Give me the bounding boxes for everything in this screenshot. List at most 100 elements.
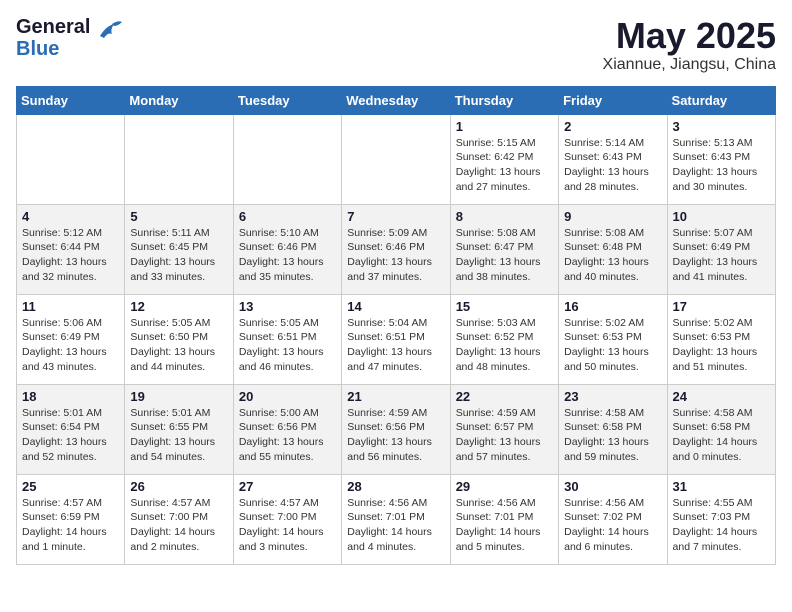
- calendar-cell: [233, 114, 341, 204]
- calendar-cell: 22 Sunrise: 4:59 AMSunset: 6:57 PMDayligh…: [450, 384, 558, 474]
- cell-content: Sunrise: 5:14 AMSunset: 6:43 PMDaylight:…: [564, 136, 661, 195]
- calendar-cell: 28 Sunrise: 4:56 AMSunset: 7:01 PMDayligh…: [342, 474, 450, 564]
- calendar-cell: 5 Sunrise: 5:11 AMSunset: 6:45 PMDaylight…: [125, 204, 233, 294]
- day-number: 27: [239, 479, 336, 494]
- logo: General Blue: [16, 16, 124, 60]
- day-number: 4: [22, 209, 119, 224]
- calendar-cell: 29Sunrise: 4:56 AMSunset: 7:01 PMDayligh…: [450, 474, 558, 564]
- cell-content: Sunrise: 5:01 AMSunset: 6:54 PMDaylight:…: [22, 406, 119, 465]
- logo-general: General: [16, 16, 90, 38]
- cell-content: Sunrise: 4:57 AMSunset: 6:59 PMDaylight:…: [22, 496, 119, 555]
- day-number: 9: [564, 209, 661, 224]
- cell-content: Sunrise: 4:56 AMSunset: 7:01 PMDaylight:…: [456, 496, 553, 555]
- weekday-header: Tuesday: [233, 86, 341, 114]
- calendar-cell: 15 Sunrise: 5:03 AMSunset: 6:52 PMDayligh…: [450, 294, 558, 384]
- day-number: 18: [22, 389, 119, 404]
- day-number: 30: [564, 479, 661, 494]
- day-number: 1: [456, 119, 553, 134]
- calendar-cell: 26Sunrise: 4:57 AMSunset: 7:00 PMDayligh…: [125, 474, 233, 564]
- day-number: 22: [456, 389, 553, 404]
- calendar-cell: 31 Sunrise: 4:55 AMSunset: 7:03 PMDayligh…: [667, 474, 775, 564]
- calendar-week-row: 25 Sunrise: 4:57 AMSunset: 6:59 PMDayligh…: [17, 474, 776, 564]
- cell-content: Sunrise: 4:55 AMSunset: 7:03 PMDaylight:…: [673, 496, 770, 555]
- calendar-cell: 19Sunrise: 5:01 AMSunset: 6:55 PMDayligh…: [125, 384, 233, 474]
- day-number: 26: [130, 479, 227, 494]
- cell-content: Sunrise: 5:07 AMSunset: 6:49 PMDaylight:…: [673, 226, 770, 285]
- cell-content: Sunrise: 4:59 AMSunset: 6:56 PMDaylight:…: [347, 406, 444, 465]
- day-number: 3: [673, 119, 770, 134]
- calendar-cell: 21Sunrise: 4:59 AMSunset: 6:56 PMDayligh…: [342, 384, 450, 474]
- calendar-week-row: 4Sunrise: 5:12 AMSunset: 6:44 PMDaylight…: [17, 204, 776, 294]
- day-number: 13: [239, 299, 336, 314]
- cell-content: Sunrise: 5:09 AMSunset: 6:46 PMDaylight:…: [347, 226, 444, 285]
- cell-content: Sunrise: 5:08 AMSunset: 6:48 PMDaylight:…: [564, 226, 661, 285]
- weekday-header: Sunday: [17, 86, 125, 114]
- calendar-cell: 11 Sunrise: 5:06 AMSunset: 6:49 PMDayligh…: [17, 294, 125, 384]
- day-number: 24: [673, 389, 770, 404]
- calendar-week-row: 1 Sunrise: 5:15 AMSunset: 6:42 PMDaylight…: [17, 114, 776, 204]
- day-number: 20: [239, 389, 336, 404]
- day-number: 31: [673, 479, 770, 494]
- calendar-cell: 8 Sunrise: 5:08 AMSunset: 6:47 PMDaylight…: [450, 204, 558, 294]
- calendar-cell: 1 Sunrise: 5:15 AMSunset: 6:42 PMDaylight…: [450, 114, 558, 204]
- cell-content: Sunrise: 5:02 AMSunset: 6:53 PMDaylight:…: [673, 316, 770, 375]
- calendar-cell: 13 Sunrise: 5:05 AMSunset: 6:51 PMDayligh…: [233, 294, 341, 384]
- calendar-cell: 20 Sunrise: 5:00 AMSunset: 6:56 PMDayligh…: [233, 384, 341, 474]
- cell-content: Sunrise: 5:13 AMSunset: 6:43 PMDaylight:…: [673, 136, 770, 195]
- day-number: 23: [564, 389, 661, 404]
- calendar-cell: 12 Sunrise: 5:05 AMSunset: 6:50 PMDayligh…: [125, 294, 233, 384]
- day-number: 6: [239, 209, 336, 224]
- cell-content: Sunrise: 5:15 AMSunset: 6:42 PMDaylight:…: [456, 136, 553, 195]
- calendar-cell: 9 Sunrise: 5:08 AMSunset: 6:48 PMDaylight…: [559, 204, 667, 294]
- weekday-header: Monday: [125, 86, 233, 114]
- calendar-cell: 25 Sunrise: 4:57 AMSunset: 6:59 PMDayligh…: [17, 474, 125, 564]
- day-number: 15: [456, 299, 553, 314]
- cell-content: Sunrise: 5:00 AMSunset: 6:56 PMDaylight:…: [239, 406, 336, 465]
- calendar-cell: [17, 114, 125, 204]
- location: Xiannue, Jiangsu, China: [603, 56, 776, 74]
- calendar-cell: 4Sunrise: 5:12 AMSunset: 6:44 PMDaylight…: [17, 204, 125, 294]
- day-number: 25: [22, 479, 119, 494]
- cell-content: Sunrise: 4:56 AMSunset: 7:01 PMDaylight:…: [347, 496, 444, 555]
- calendar-cell: 30Sunrise: 4:56 AMSunset: 7:02 PMDayligh…: [559, 474, 667, 564]
- month-title: May 2025: [603, 16, 776, 56]
- cell-content: Sunrise: 5:05 AMSunset: 6:50 PMDaylight:…: [130, 316, 227, 375]
- calendar-cell: 3 Sunrise: 5:13 AMSunset: 6:43 PMDaylight…: [667, 114, 775, 204]
- day-number: 16: [564, 299, 661, 314]
- calendar-cell: 14 Sunrise: 5:04 AMSunset: 6:51 PMDayligh…: [342, 294, 450, 384]
- calendar-cell: 10Sunrise: 5:07 AMSunset: 6:49 PMDayligh…: [667, 204, 775, 294]
- cell-content: Sunrise: 5:06 AMSunset: 6:49 PMDaylight:…: [22, 316, 119, 375]
- day-number: 8: [456, 209, 553, 224]
- cell-content: Sunrise: 5:03 AMSunset: 6:52 PMDaylight:…: [456, 316, 553, 375]
- calendar-cell: 16Sunrise: 5:02 AMSunset: 6:53 PMDayligh…: [559, 294, 667, 384]
- calendar-cell: 24 Sunrise: 4:58 AMSunset: 6:58 PMDayligh…: [667, 384, 775, 474]
- day-number: 5: [130, 209, 227, 224]
- calendar-cell: 2 Sunrise: 5:14 AMSunset: 6:43 PMDaylight…: [559, 114, 667, 204]
- logo-blue: Blue: [16, 38, 90, 60]
- logo-bird-icon: [92, 18, 124, 48]
- weekday-header: Thursday: [450, 86, 558, 114]
- calendar-cell: 6Sunrise: 5:10 AMSunset: 6:46 PMDaylight…: [233, 204, 341, 294]
- weekday-header: Saturday: [667, 86, 775, 114]
- calendar-header: SundayMondayTuesdayWednesdayThursdayFrid…: [17, 86, 776, 114]
- calendar-cell: 18 Sunrise: 5:01 AMSunset: 6:54 PMDayligh…: [17, 384, 125, 474]
- header: General Blue May 2025 Xiannue, Jiangsu, …: [16, 16, 776, 74]
- weekday-header-row: SundayMondayTuesdayWednesdayThursdayFrid…: [17, 86, 776, 114]
- calendar-cell: 23Sunrise: 4:58 AMSunset: 6:58 PMDayligh…: [559, 384, 667, 474]
- cell-content: Sunrise: 5:08 AMSunset: 6:47 PMDaylight:…: [456, 226, 553, 285]
- cell-content: Sunrise: 5:05 AMSunset: 6:51 PMDaylight:…: [239, 316, 336, 375]
- cell-content: Sunrise: 5:04 AMSunset: 6:51 PMDaylight:…: [347, 316, 444, 375]
- cell-content: Sunrise: 5:01 AMSunset: 6:55 PMDaylight:…: [130, 406, 227, 465]
- day-number: 28: [347, 479, 444, 494]
- day-number: 2: [564, 119, 661, 134]
- cell-content: Sunrise: 4:58 AMSunset: 6:58 PMDaylight:…: [673, 406, 770, 465]
- title-block: May 2025 Xiannue, Jiangsu, China: [603, 16, 776, 74]
- calendar-cell: [342, 114, 450, 204]
- day-number: 11: [22, 299, 119, 314]
- cell-content: Sunrise: 4:59 AMSunset: 6:57 PMDaylight:…: [456, 406, 553, 465]
- cell-content: Sunrise: 5:11 AMSunset: 6:45 PMDaylight:…: [130, 226, 227, 285]
- calendar-cell: [125, 114, 233, 204]
- day-number: 12: [130, 299, 227, 314]
- day-number: 14: [347, 299, 444, 314]
- weekday-header: Wednesday: [342, 86, 450, 114]
